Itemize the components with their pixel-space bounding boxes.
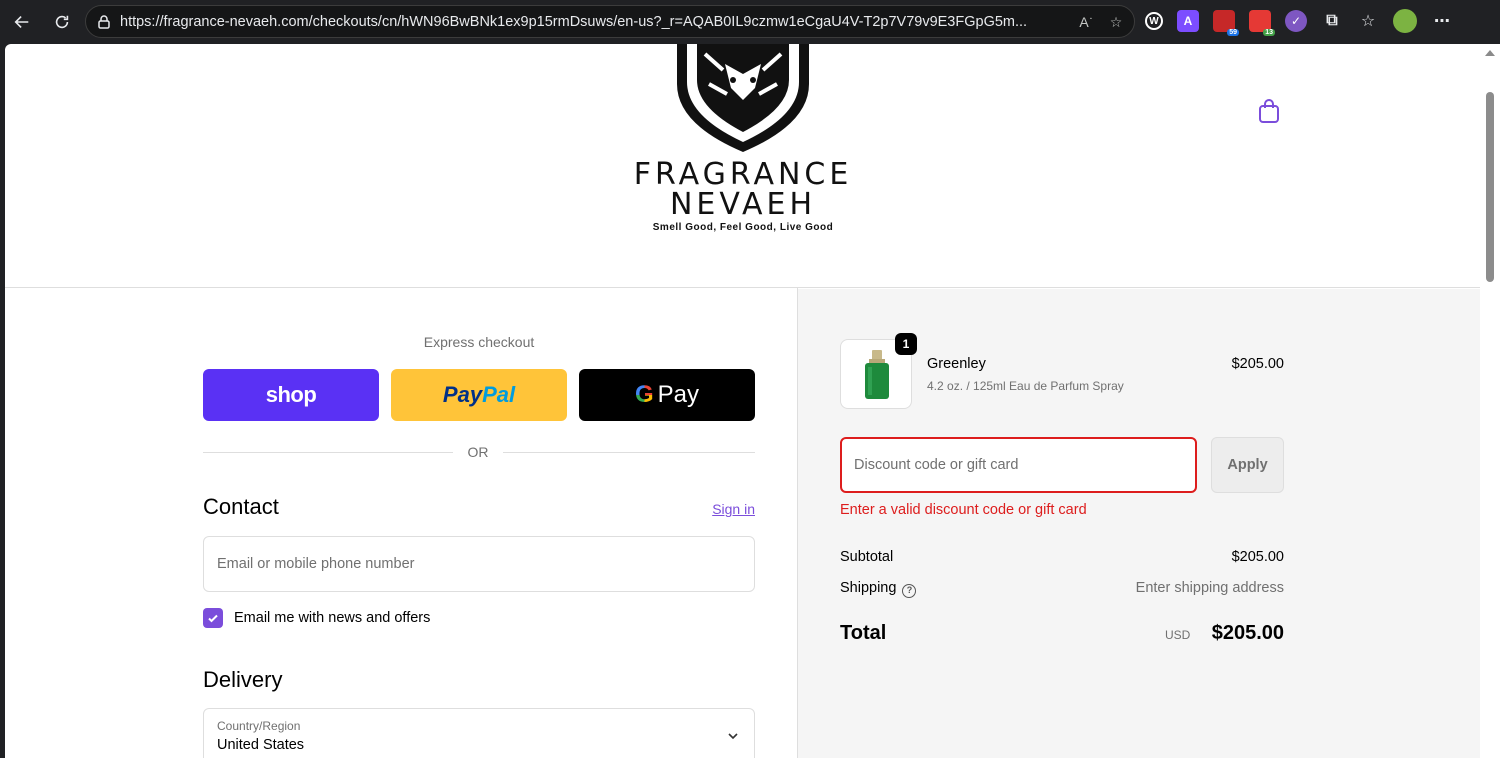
more-menu-icon[interactable]: ⋯ <box>1431 10 1453 32</box>
scrollbar-thumb[interactable] <box>1486 92 1494 282</box>
todo-extension-icon[interactable]: 13 <box>1249 10 1275 36</box>
browser-toolbar: https://fragrance-nevaeh.com/checkouts/c… <box>0 0 1500 44</box>
total-value: $205.00 <box>1211 622 1284 644</box>
product-name: Greenley <box>927 356 986 372</box>
wikiwand-icon[interactable]: W <box>1145 12 1163 30</box>
back-icon[interactable] <box>8 8 36 36</box>
google-pay-button[interactable]: G Pay <box>579 369 755 421</box>
lock-icon[interactable] <box>96 14 112 30</box>
extensions-row: W A 59 13 ✓ ⧉ ☆ ⋯ <box>1145 9 1453 36</box>
url-text[interactable]: https://fragrance-nevaeh.com/checkouts/c… <box>120 14 1070 30</box>
chevron-down-icon <box>728 733 738 740</box>
paypal-label-a: Pay <box>442 382 483 407</box>
calendar-extension-icon[interactable]: 59 <box>1213 10 1239 36</box>
shipping-row: Shipping? <box>840 580 917 598</box>
profile-avatar[interactable] <box>1393 9 1417 33</box>
delivery-heading: Delivery <box>203 667 283 692</box>
email-input[interactable] <box>204 537 754 591</box>
country-label: Country/Region <box>217 719 301 733</box>
shopping-bag-icon[interactable] <box>1257 98 1281 124</box>
column-divider <box>797 288 798 758</box>
purple-extension-icon[interactable]: ✓ <box>1285 10 1307 32</box>
help-icon[interactable]: ? <box>902 584 917 598</box>
newsletter-checkbox[interactable] <box>203 608 223 628</box>
subtotal-value: $205.00 <box>1231 549 1284 565</box>
country-select[interactable]: Country/Region United States <box>203 708 755 758</box>
address-bar[interactable]: https://fragrance-nevaeh.com/checkouts/c… <box>85 5 1135 38</box>
site-header: FRAGRANCE NEVAEH Smell Good, Feel Good, … <box>5 44 1480 288</box>
sign-in-link[interactable]: Sign in <box>695 501 755 517</box>
contact-heading: Contact <box>203 494 279 519</box>
refresh-icon[interactable] <box>48 8 76 36</box>
scroll-up-arrow-icon[interactable] <box>1485 50 1495 56</box>
apply-button[interactable]: Apply <box>1211 437 1284 493</box>
google-pay-label: Pay <box>657 381 700 408</box>
or-label: OR <box>467 444 489 460</box>
product-price: $205.00 <box>1231 356 1284 372</box>
shipping-value: Enter shipping address <box>1135 580 1284 596</box>
newsletter-label: Email me with news and offers <box>234 610 431 626</box>
quantity-badge: 1 <box>895 333 917 355</box>
shop-pay-label: shop <box>265 382 317 407</box>
express-checkout-label: Express checkout <box>423 334 535 350</box>
email-field[interactable] <box>203 536 755 592</box>
favorites-icon[interactable]: ☆ <box>1357 10 1379 32</box>
paypal-label-b: Pal <box>482 382 516 407</box>
discount-error-message: Enter a valid discount code or gift card <box>840 502 1087 518</box>
google-g-icon: G <box>634 381 654 408</box>
brand-tagline: Smell Good, Feel Good, Live Good <box>652 222 834 233</box>
product-variant: 4.2 oz. / 125ml Eau de Parfum Spray <box>927 379 1124 393</box>
checkmark-icon <box>208 614 218 623</box>
or-divider-right <box>503 452 755 453</box>
brand-name-line2: NEVAEH <box>669 187 817 222</box>
country-value: United States <box>217 737 305 753</box>
extensions-puzzle-icon[interactable]: ⧉ <box>1321 10 1343 32</box>
discount-field[interactable] <box>840 437 1197 493</box>
read-aloud-icon[interactable]: A͘ <box>1074 12 1094 32</box>
paypal-button[interactable]: Pay Pal <box>391 369 567 421</box>
favorite-star-icon[interactable]: ☆ <box>1106 12 1126 32</box>
a-extension-icon[interactable]: A <box>1177 10 1199 32</box>
total-currency: USD <box>1165 628 1191 642</box>
subtotal-label: Subtotal <box>840 549 894 565</box>
discount-input[interactable] <box>842 439 1195 491</box>
shop-pay-button[interactable]: shop <box>203 369 379 421</box>
or-divider-left <box>203 452 453 453</box>
shipping-label: Shipping <box>840 580 897 596</box>
total-label: Total <box>840 622 887 644</box>
checkout-page: FRAGRANCE NEVAEH Smell Good, Feel Good, … <box>5 44 1480 758</box>
